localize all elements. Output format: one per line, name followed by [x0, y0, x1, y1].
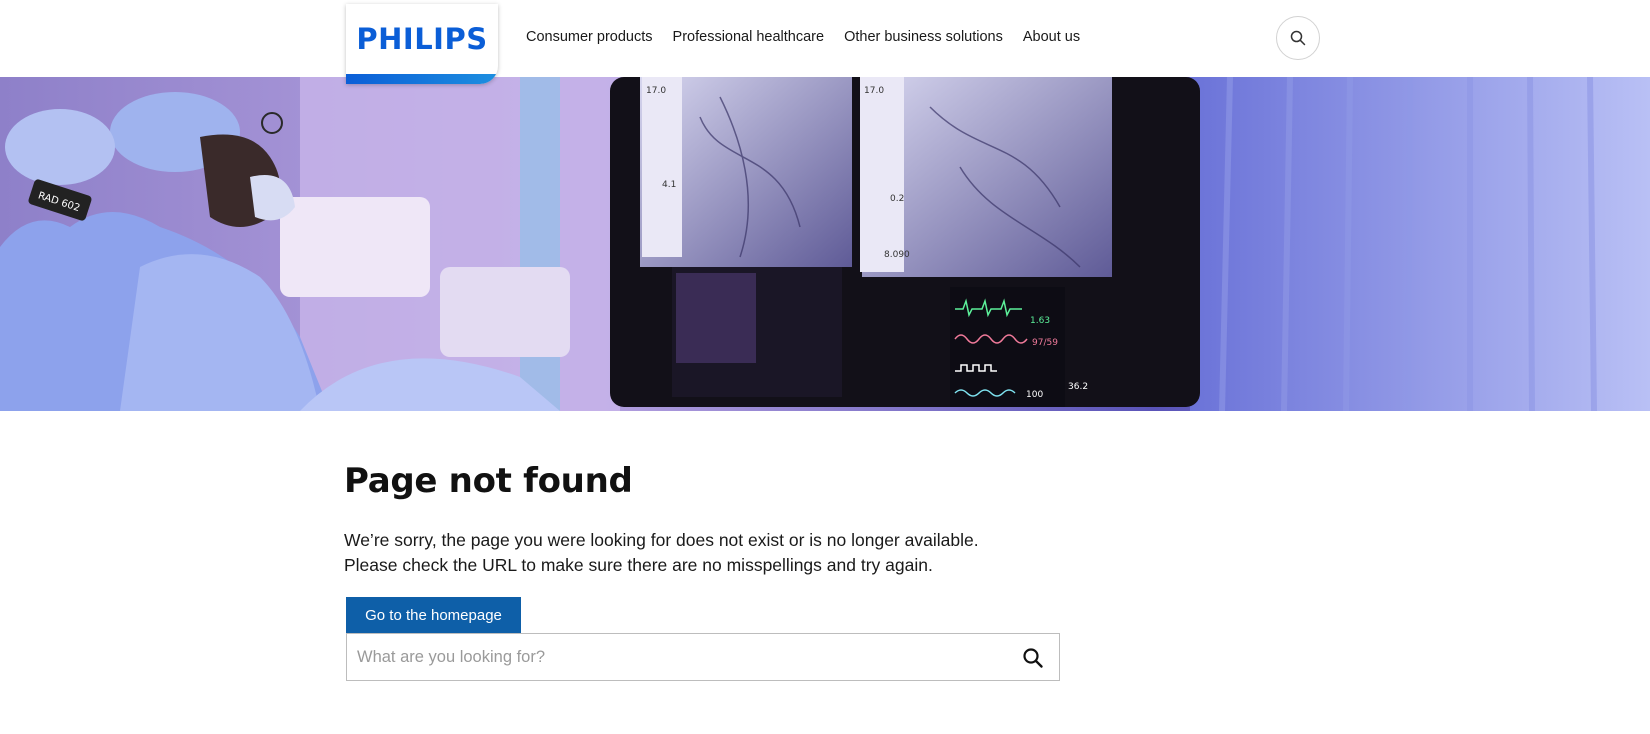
nav-item-about-us[interactable]: About us [1023, 29, 1080, 45]
search-icon [1290, 30, 1306, 46]
nav-item-consumer-products[interactable]: Consumer products [526, 29, 653, 45]
monitor-readout: 1.63 [1030, 316, 1050, 326]
error-message-line-1: We’re sorry, the page you were looking f… [344, 530, 979, 550]
logo-wordmark: PHILIPS [356, 22, 488, 56]
logo-wave [346, 74, 498, 84]
go-to-homepage-button[interactable]: Go to the homepage [346, 597, 521, 633]
error-message-line-2: Please check the URL to make sure there … [344, 555, 933, 575]
monitor-readout: 4.1 [662, 180, 676, 190]
philips-logo[interactable]: PHILIPS [346, 4, 498, 84]
monitor-readout: 36.2 [1068, 382, 1088, 392]
search-box [346, 633, 1060, 681]
site-header: PHILIPS Consumer products Professional h… [0, 0, 1650, 84]
monitor-readout: 8.090 [884, 250, 910, 260]
hero-image: 1.63 97/59 100 36.2 17.0 17.0 0.2 8.090 … [0, 77, 1650, 411]
error-message: We’re sorry, the page you were looking f… [344, 528, 1064, 578]
monitor-readout: 17.0 [646, 86, 666, 96]
search-icon[interactable] [1021, 646, 1045, 670]
header-search-button[interactable] [1276, 16, 1320, 60]
monitor-readout: 0.2 [890, 194, 904, 204]
monitor-readout: 97/59 [1032, 338, 1058, 348]
search-input[interactable] [347, 634, 987, 680]
main-nav: Consumer products Professional healthcar… [526, 29, 1080, 45]
nav-item-other-business-solutions[interactable]: Other business solutions [844, 29, 1003, 45]
monitor-readout: 100 [1026, 390, 1043, 400]
monitor-readout: 17.0 [864, 86, 884, 96]
page-title: Page not found [344, 461, 633, 501]
nav-item-professional-healthcare[interactable]: Professional healthcare [673, 29, 825, 45]
